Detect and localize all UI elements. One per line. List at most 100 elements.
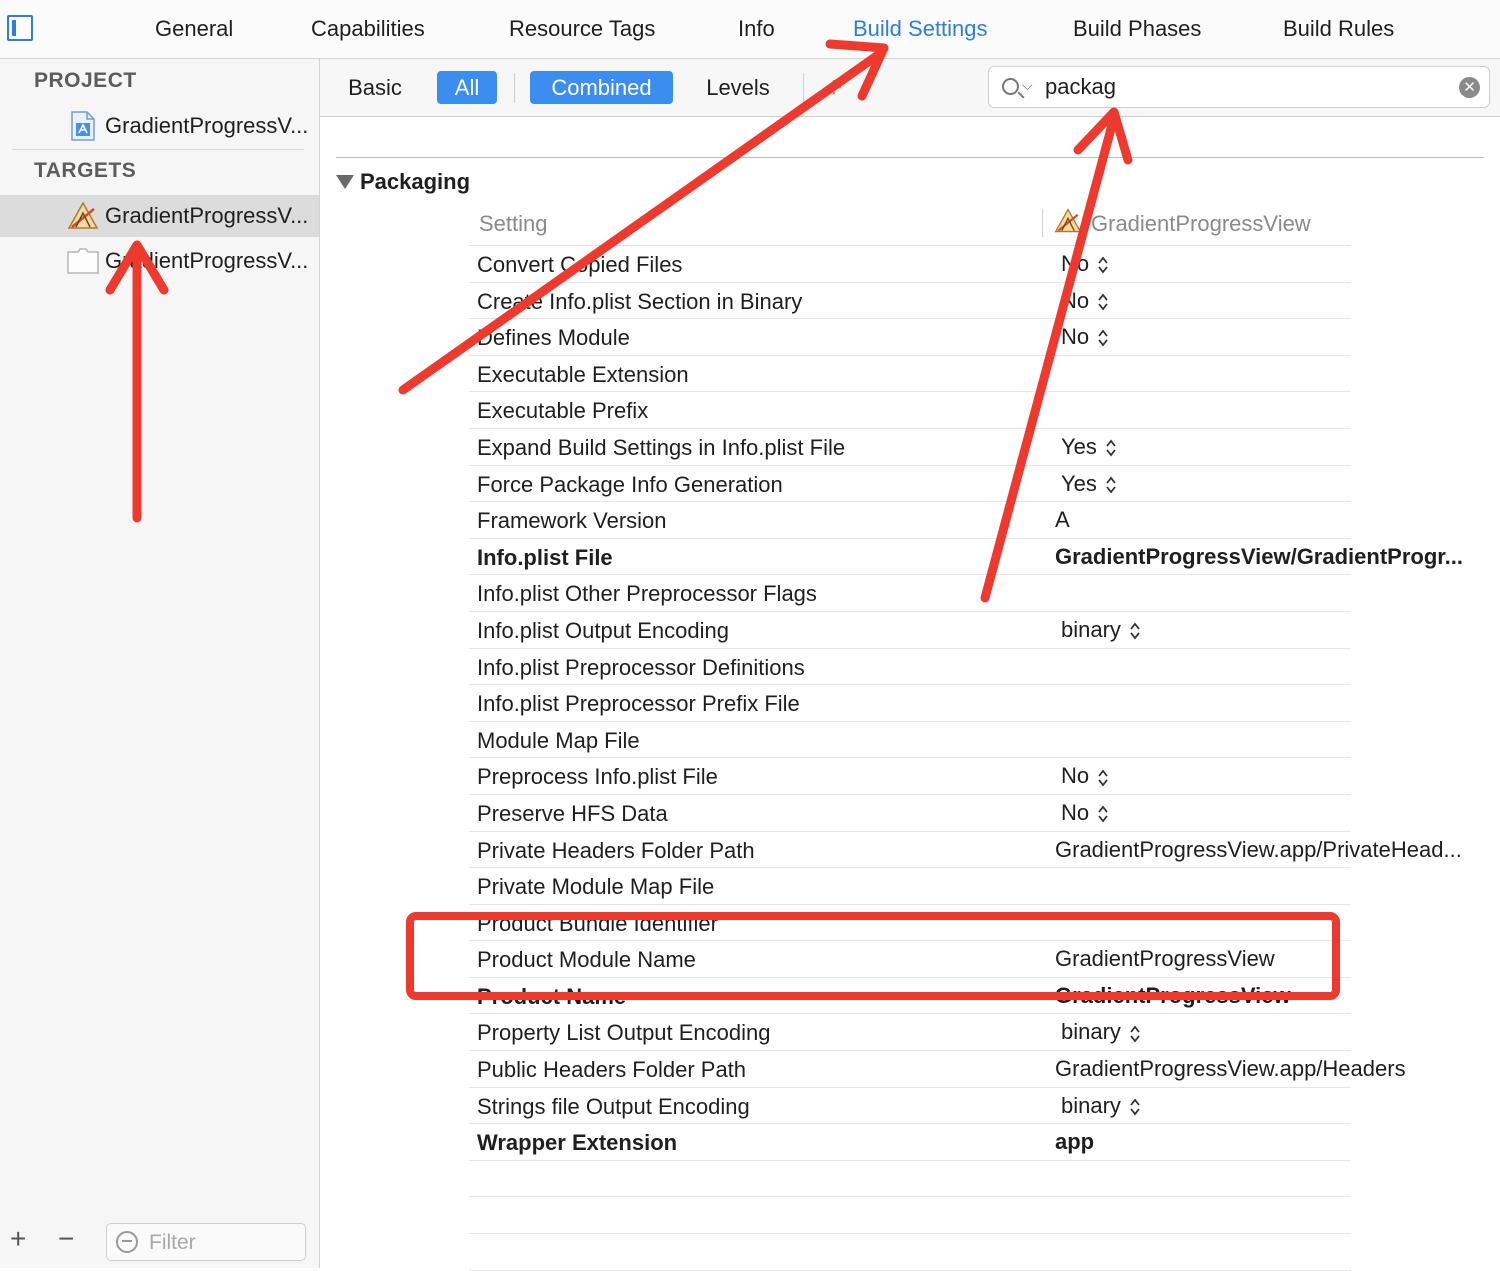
- setting-row[interactable]: Info.plist Preprocessor Prefix File: [469, 685, 1351, 722]
- setting-row[interactable]: Force Package Info Generation Yes: [469, 466, 1351, 503]
- setting-value-popup[interactable]: binary: [1061, 1093, 1141, 1119]
- setting-row[interactable]: Executable Extension: [469, 356, 1351, 393]
- filter-icon: [116, 1231, 138, 1253]
- setting-value[interactable]: GradientProgressView.app/PrivateHead...: [1055, 837, 1462, 863]
- setting-name: Property List Output Encoding: [477, 1020, 771, 1046]
- setting-row[interactable]: Strings file Output Encoding binary: [469, 1088, 1351, 1125]
- setting-value-popup[interactable]: No: [1061, 288, 1109, 314]
- setting-value-text: No: [1061, 251, 1090, 276]
- build-settings-toolbar: Basic All Combined Levels + ⌵ ✕: [320, 59, 1500, 117]
- setting-row[interactable]: Info.plist Preprocessor Definitions: [469, 649, 1351, 686]
- setting-row[interactable]: Module Map File: [469, 722, 1351, 759]
- setting-value-text: GradientProgressView.app/PrivateHead...: [1055, 836, 1462, 862]
- setting-name: Wrapper Extension: [477, 1130, 678, 1156]
- stepper-icon[interactable]: [1129, 1024, 1141, 1044]
- project-section-header: PROJECT: [34, 69, 137, 92]
- setting-value[interactable]: A: [1055, 507, 1070, 533]
- stepper-icon[interactable]: [1129, 1097, 1141, 1117]
- setting-value[interactable]: GradientProgressView: [1055, 946, 1275, 972]
- setting-row[interactable]: Private Module Map File: [469, 868, 1351, 905]
- stepper-icon[interactable]: [1105, 438, 1117, 458]
- setting-row[interactable]: Executable Prefix: [469, 392, 1351, 429]
- remove-target-button[interactable]: −: [58, 1225, 74, 1253]
- sidebar-item-target-bundle[interactable]: GradientProgressV...: [0, 240, 319, 282]
- setting-value-popup[interactable]: No: [1061, 324, 1109, 350]
- setting-value-popup[interactable]: No: [1061, 251, 1109, 277]
- tab-capabilities[interactable]: Capabilities: [311, 16, 425, 42]
- search-field[interactable]: ⌵ ✕: [988, 66, 1490, 108]
- setting-value-text: GradientProgressView: [1055, 982, 1291, 1008]
- sidebar-item-target-app[interactable]: GradientProgressV...: [0, 195, 319, 237]
- all-button[interactable]: All: [437, 71, 497, 104]
- setting-row[interactable]: Product Bundle Identifier: [469, 905, 1351, 942]
- clear-search-icon[interactable]: ✕: [1459, 77, 1480, 98]
- setting-row[interactable]: Info.plist Output Encoding binary: [469, 612, 1351, 649]
- setting-row[interactable]: Wrapper Extension app: [469, 1124, 1351, 1161]
- search-icon[interactable]: [1002, 78, 1019, 95]
- levels-button[interactable]: Levels: [693, 71, 783, 104]
- setting-row[interactable]: Info.plist File GradientProgressView/Grad…: [469, 539, 1463, 576]
- stepper-icon[interactable]: [1097, 255, 1109, 275]
- setting-name: Info.plist Output Encoding: [477, 617, 729, 643]
- setting-value-popup[interactable]: binary: [1061, 1019, 1141, 1045]
- setting-row[interactable]: Convert Copied Files No: [469, 246, 1351, 283]
- setting-row[interactable]: Preprocess Info.plist File No: [469, 758, 1351, 795]
- setting-row[interactable]: Public Headers Folder Path GradientProgre…: [469, 1051, 1406, 1088]
- setting-value-popup[interactable]: No: [1061, 763, 1109, 789]
- setting-value-text: Yes: [1061, 470, 1097, 496]
- setting-row[interactable]: Create Info.plist Section in Binary No: [469, 283, 1351, 320]
- stepper-icon[interactable]: [1097, 768, 1109, 788]
- setting-row[interactable]: Expand Build Settings in Info.plist File…: [469, 429, 1351, 466]
- stepper-icon[interactable]: [1097, 804, 1109, 824]
- setting-value-popup[interactable]: Yes: [1061, 434, 1117, 460]
- tab-info[interactable]: Info: [738, 16, 775, 42]
- setting-row[interactable]: Defines Module No: [469, 319, 1351, 356]
- stepper-icon[interactable]: [1097, 292, 1109, 312]
- section-title-packaging[interactable]: Packaging: [360, 169, 470, 195]
- stepper-icon[interactable]: [1097, 328, 1109, 348]
- setting-value-popup[interactable]: No: [1061, 800, 1109, 826]
- search-input[interactable]: [1045, 72, 1445, 102]
- stepper-icon[interactable]: [1129, 621, 1141, 641]
- setting-value[interactable]: GradientProgressView.app/Headers: [1055, 1056, 1406, 1082]
- setting-name: Create Info.plist Section in Binary: [477, 288, 803, 314]
- tab-resource-tags[interactable]: Resource Tags: [509, 16, 655, 42]
- add-target-button[interactable]: +: [10, 1225, 26, 1253]
- tab-build-settings[interactable]: Build Settings: [853, 16, 988, 42]
- setting-name: Product Module Name: [477, 947, 696, 973]
- column-header-target[interactable]: GradientProgressView: [1091, 211, 1311, 237]
- setting-value[interactable]: GradientProgressView: [1055, 983, 1291, 1009]
- chevron-down-icon[interactable]: ⌵: [1022, 77, 1033, 94]
- setting-value[interactable]: app: [1055, 1129, 1094, 1155]
- combined-button[interactable]: Combined: [530, 71, 673, 104]
- setting-value-popup[interactable]: binary: [1061, 617, 1141, 643]
- setting-value[interactable]: GradientProgressView/GradientProgr...: [1055, 544, 1463, 570]
- column-header-setting[interactable]: Setting: [479, 211, 548, 237]
- setting-row[interactable]: Info.plist Other Preprocessor Flags: [469, 575, 1351, 612]
- add-setting-button[interactable]: +: [825, 73, 843, 103]
- navigator-toggle-icon[interactable]: [7, 15, 33, 41]
- setting-row[interactable]: Private Headers Folder Path GradientProgr…: [469, 832, 1462, 869]
- filter-input[interactable]: Filter: [106, 1223, 306, 1261]
- setting-row[interactable]: Property List Output Encoding binary: [469, 1014, 1351, 1052]
- bundle-target-icon: [67, 248, 99, 274]
- setting-value-popup[interactable]: Yes: [1061, 471, 1117, 497]
- column-separator: [1042, 209, 1043, 237]
- sidebar-item-project[interactable]: GradientProgressV...: [0, 105, 319, 147]
- sidebar-item-label: GradientProgressV...: [105, 248, 309, 273]
- stepper-icon[interactable]: [1105, 475, 1117, 495]
- tab-general[interactable]: General: [155, 16, 233, 42]
- setting-row[interactable]: Product Module Name GradientProgressView: [469, 941, 1351, 978]
- setting-value-text: No: [1061, 763, 1090, 789]
- setting-row[interactable]: Framework Version A: [469, 502, 1351, 539]
- setting-row[interactable]: Product Name GradientProgressView: [469, 978, 1351, 1015]
- tab-build-phases[interactable]: Build Phases: [1073, 16, 1201, 42]
- basic-button[interactable]: Basic: [336, 71, 414, 104]
- disclosure-triangle-icon[interactable]: [336, 175, 354, 189]
- sidebar-item-label: GradientProgressV...: [105, 113, 309, 138]
- setting-row[interactable]: Preserve HFS Data No: [469, 795, 1351, 832]
- setting-name: Defines Module: [477, 325, 630, 351]
- settings-list: Convert Copied Files No Create Info.plist …: [469, 246, 1500, 1271]
- tab-build-rules[interactable]: Build Rules: [1283, 16, 1394, 42]
- setting-value-text: binary: [1061, 1092, 1121, 1118]
